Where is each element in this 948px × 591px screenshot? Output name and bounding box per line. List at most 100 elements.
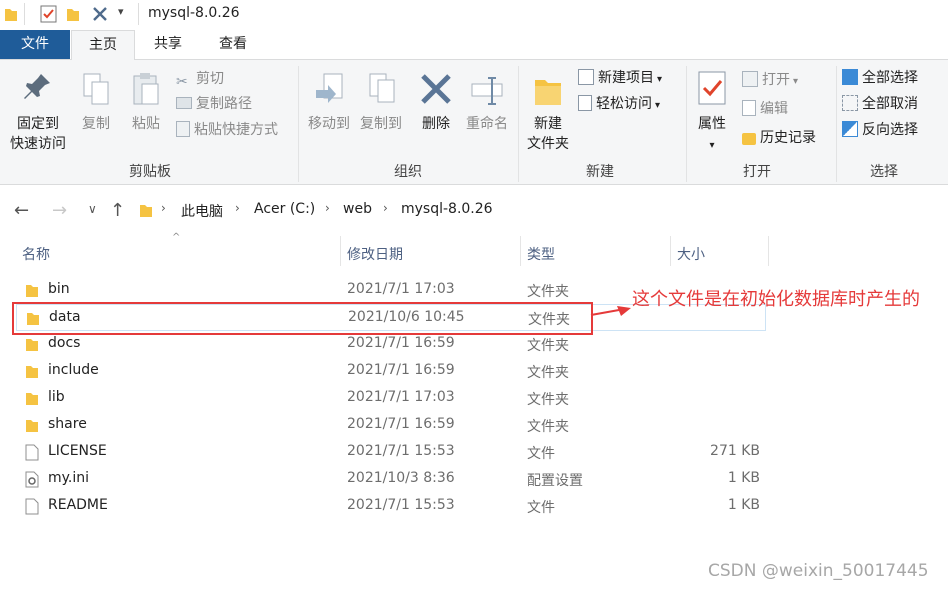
tab-file[interactable]: 文件 — [0, 30, 70, 59]
group-label-organize: 组织 — [394, 164, 422, 180]
copy-path-button[interactable]: 复制路径 — [176, 93, 252, 115]
column-header-type[interactable]: 类型 — [527, 244, 555, 264]
invert-selection-icon — [842, 121, 858, 137]
rename-button[interactable]: 重命名 — [462, 72, 512, 134]
annotation-arrow-icon — [590, 306, 631, 316]
properties-button[interactable]: 属性 ▾ — [692, 70, 732, 156]
select-none-button[interactable]: 全部取消 — [842, 93, 918, 115]
folder-icon — [5, 9, 17, 21]
paste-icon — [133, 73, 159, 105]
file-icon — [25, 498, 39, 515]
easy-access-icon — [578, 95, 592, 111]
group-label-clipboard: 剪贴板 — [129, 164, 171, 180]
sort-ascending-icon: ^ — [172, 232, 181, 243]
breadcrumb-chevron-icon[interactable]: › — [161, 201, 166, 215]
address-bar: ← → ∨ ↑ › 此电脑 › Acer (C:) › web › mysql-… — [0, 186, 948, 234]
open-icon — [742, 71, 758, 87]
window-title: mysql-8.0.26 — [148, 5, 240, 21]
crumb-drive[interactable]: Acer (C:) — [254, 201, 315, 217]
properties-quick-icon[interactable] — [40, 5, 58, 23]
annotation-highlight-box — [12, 302, 593, 335]
paste-button[interactable]: 粘贴 — [124, 72, 168, 134]
move-to-button[interactable]: 移动到 — [304, 72, 354, 134]
select-all-button[interactable]: 全部选择 — [842, 67, 918, 89]
delete-quick-icon[interactable] — [92, 6, 108, 22]
copy-to-icon — [369, 73, 395, 103]
copy-to-button[interactable]: 复制到 — [356, 72, 406, 134]
breadcrumb-chevron-icon[interactable]: › — [235, 201, 240, 215]
file-row-include[interactable]: include 2021/7/1 16:59 文件夹 — [16, 358, 766, 385]
file-row-docs[interactable]: docs 2021/7/1 16:59 文件夹 — [16, 331, 766, 358]
new-folder-quick-icon[interactable] — [66, 6, 80, 22]
scissors-icon: ✂ — [176, 74, 188, 90]
edit-button[interactable]: 编辑 — [742, 98, 788, 120]
move-to-icon — [316, 73, 343, 103]
folder-icon — [26, 420, 38, 432]
crumb-this-pc[interactable]: 此电脑 — [181, 201, 223, 221]
folder-icon — [26, 339, 38, 351]
paste-shortcut-icon — [176, 121, 190, 137]
cut-button[interactable]: ✂ 剪切 — [176, 68, 224, 90]
recent-locations-chevron-icon[interactable]: ∨ — [88, 202, 97, 216]
properties-icon — [698, 71, 726, 105]
pin-icon — [24, 74, 50, 99]
file-row-readme[interactable]: README 2021/7/1 15:53 文件 1 KB — [16, 493, 766, 520]
tab-home[interactable]: 主页 — [71, 30, 135, 61]
tab-share[interactable]: 共享 — [140, 30, 196, 59]
chevron-down-icon: ▾ — [793, 76, 799, 87]
copy-button[interactable]: 复制 — [74, 72, 118, 134]
up-arrow-icon[interactable]: ↑ — [110, 200, 125, 221]
crumb-web[interactable]: web — [343, 201, 372, 217]
invert-selection-button[interactable]: 反向选择 — [842, 119, 918, 141]
new-folder-icon — [535, 80, 561, 105]
new-folder-button[interactable]: 新建 文件夹 — [524, 72, 572, 154]
column-divider[interactable] — [768, 236, 769, 266]
chevron-down-icon: ▾ — [655, 100, 661, 111]
select-none-icon — [842, 95, 858, 111]
new-item-button[interactable]: 新建项目 ▾ — [578, 67, 662, 89]
history-button[interactable]: 历史记录 — [742, 127, 816, 149]
open-button[interactable]: 打开 ▾ — [742, 69, 798, 91]
group-divider — [298, 66, 299, 182]
column-divider[interactable] — [340, 236, 341, 266]
folder-icon — [26, 366, 38, 378]
column-divider[interactable] — [670, 236, 671, 266]
group-label-new: 新建 — [586, 164, 614, 180]
ribbon-tabs: 文件 主页 共享 查看 — [0, 30, 948, 61]
watermark: CSDN @weixin_50017445 — [708, 561, 929, 581]
back-arrow-icon[interactable]: ← — [14, 200, 29, 221]
delete-icon — [421, 74, 451, 104]
breadcrumb-chevron-icon[interactable]: › — [325, 201, 330, 215]
group-label-select: 选择 — [870, 164, 898, 180]
history-icon — [742, 133, 756, 145]
file-row-share[interactable]: share 2021/7/1 16:59 文件夹 — [16, 412, 766, 439]
rename-icon — [471, 77, 503, 105]
file-row-my-ini[interactable]: my.ini 2021/10/3 8:36 配置设置 1 KB — [16, 466, 766, 493]
crumb-mysql[interactable]: mysql-8.0.26 — [401, 201, 493, 217]
folder-icon — [26, 285, 38, 297]
breadcrumb[interactable]: › 此电脑 › Acer (C:) › web › mysql-8.0.26 — [133, 194, 948, 226]
file-row-lib[interactable]: lib 2021/7/1 17:03 文件夹 — [16, 385, 766, 412]
group-divider — [686, 66, 687, 182]
delete-button[interactable]: 删除 — [414, 72, 458, 134]
easy-access-button[interactable]: 轻松访问 ▾ — [578, 93, 660, 115]
group-label-open: 打开 — [743, 164, 771, 180]
column-header-date[interactable]: 修改日期 — [347, 244, 403, 264]
title-bar: ▾ mysql-8.0.26 — [0, 0, 948, 30]
file-row-license[interactable]: LICENSE 2021/7/1 15:53 文件 271 KB — [16, 439, 766, 466]
customize-quick-access-icon[interactable]: ▾ — [118, 5, 124, 18]
folder-icon — [140, 205, 152, 217]
column-divider[interactable] — [520, 236, 521, 266]
tab-view[interactable]: 查看 — [204, 30, 262, 59]
column-header-name[interactable]: 名称 — [22, 244, 50, 264]
annotation-note: 这个文件是在初始化数据库时产生的 — [632, 289, 920, 310]
folder-icon — [26, 393, 38, 405]
chevron-down-icon: ▾ — [657, 74, 663, 85]
paste-shortcut-button[interactable]: 粘贴快捷方式 — [176, 119, 278, 141]
copy-icon — [83, 73, 109, 105]
column-header-size[interactable]: 大小 — [677, 244, 705, 264]
pin-to-quick-access-button[interactable]: 固定到 快速访问 — [6, 72, 70, 154]
select-all-icon — [842, 69, 858, 85]
breadcrumb-chevron-icon[interactable]: › — [383, 201, 388, 215]
forward-arrow-icon[interactable]: → — [52, 200, 67, 221]
